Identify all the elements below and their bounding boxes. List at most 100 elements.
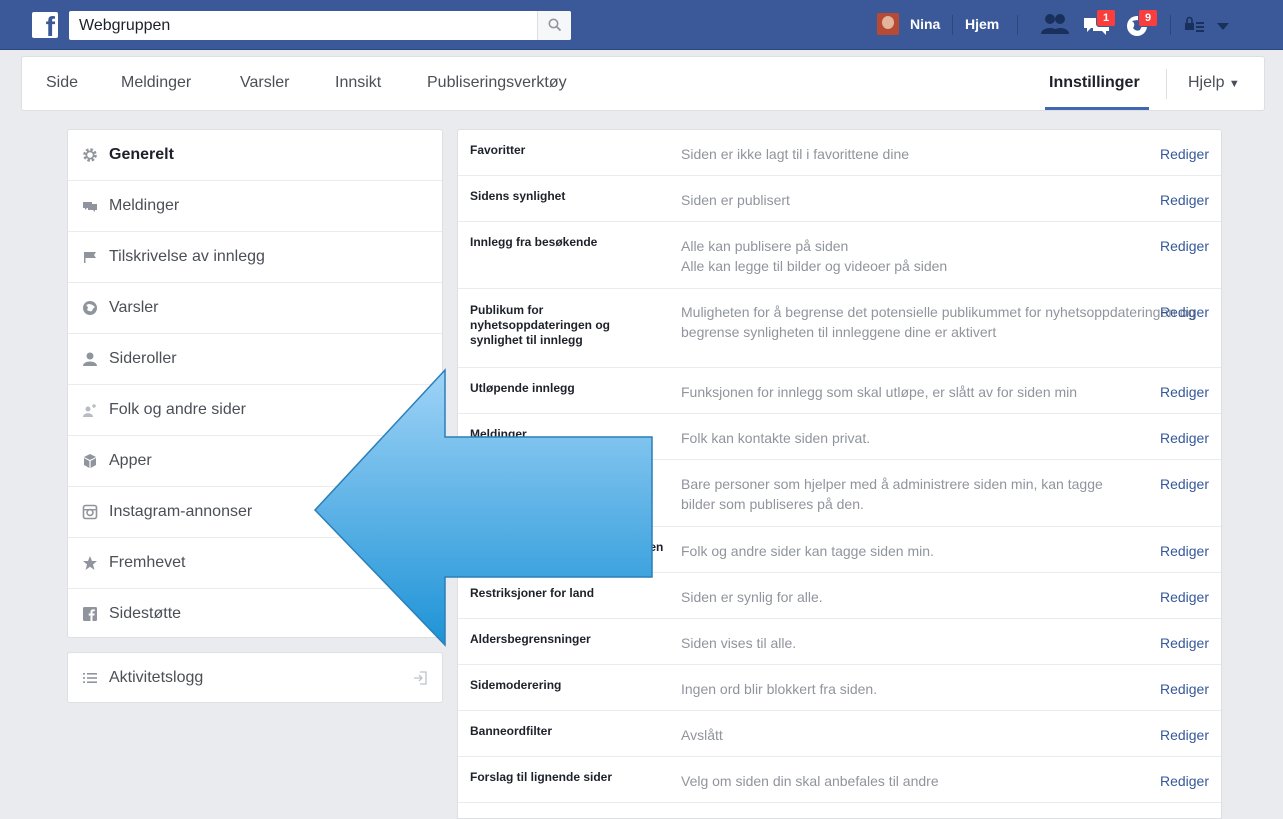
settings-row-forslag-til-lignende-sider[interactable]: Forslag til lignende sider Velg om siden… [458, 757, 1221, 803]
setting-name: Sidemoderering [470, 678, 562, 692]
messages-button[interactable]: 1 [1082, 9, 1116, 38]
setting-name: Meldinger [470, 427, 527, 441]
search-box [69, 11, 571, 40]
search-icon [548, 18, 562, 32]
notifications-button[interactable]: 9 [1124, 9, 1158, 38]
facebook-icon [82, 606, 98, 622]
sidebar-item-label: Fremhevet [109, 554, 186, 571]
flag-icon [82, 249, 98, 265]
edit-link[interactable]: Rediger [1160, 725, 1209, 745]
tab-innsikt[interactable]: Innsikt [335, 74, 381, 92]
setting-name: Restriksjoner for land [470, 586, 595, 600]
tab-meldinger[interactable]: Meldinger [121, 74, 191, 92]
setting-name: Publikum for nyhetsoppdateringen og synl… [470, 303, 611, 347]
lock-icon [1185, 16, 1204, 32]
edit-link[interactable]: Rediger [1160, 428, 1209, 448]
sidebar-item-fremhevet[interactable]: Fremhevet [68, 538, 442, 589]
setting-value: Siden er ikke lagt til i favorittene din… [681, 146, 910, 162]
tab-publiseringsverktoy[interactable]: Publiseringsverktøy [427, 74, 567, 92]
tab-innstillinger[interactable]: Innstillinger [1049, 74, 1140, 92]
settings-row-tagging[interactable]: Bare personer som hjelper med å administ… [458, 460, 1221, 527]
search-input[interactable] [69, 11, 537, 40]
sidebar-item-aktivitetslogg[interactable]: Aktivitetslogg [67, 652, 443, 703]
instagram-icon [82, 504, 98, 520]
page-navigation: Side Meldinger Varsler Innsikt Publiseri… [21, 56, 1265, 111]
star-icon [82, 555, 98, 571]
setting-value: Bare personer som hjelper med å administ… [681, 476, 1103, 512]
setting-name: Forslag til lignende sider [470, 770, 613, 784]
gear-icon [82, 147, 98, 163]
settings-row-sidens-synlighet[interactable]: Sidens synlighet Siden er publisert Redi… [458, 176, 1221, 222]
sidebar-item-label: Sideroller [109, 350, 177, 367]
sidebar-item-instagram-annonser[interactable]: Instagram-annonser [68, 487, 442, 538]
settings-row-innlegg-fra-besokende[interactable]: Innlegg fra besøkende Alle kan publisere… [458, 222, 1221, 289]
settings-row-restriksjoner-for-land[interactable]: Restriksjoner for land Siden er synlig f… [458, 573, 1221, 619]
setting-value-line: Alle kan publisere på siden [681, 238, 849, 254]
person-icon [82, 351, 98, 367]
settings-row-aldersbegrensninger[interactable]: Aldersbegrensninger Siden vises til alle… [458, 619, 1221, 665]
edit-link[interactable]: Rediger [1160, 236, 1209, 256]
sidebar-item-label: Generelt [109, 146, 174, 163]
help-menu[interactable]: Hjelp ▼ [1188, 74, 1240, 92]
edit-link[interactable]: Rediger [1160, 382, 1209, 402]
edit-link[interactable]: Rediger [1160, 679, 1209, 699]
sidebar-item-label: Aktivitetslogg [109, 669, 204, 686]
setting-value: Siden vises til alle. [681, 635, 797, 651]
cube-icon [82, 453, 98, 469]
notifications-badge: 9 [1138, 9, 1158, 27]
settings-list: Favoritter Siden er ikke lagt til i favo… [457, 129, 1222, 819]
edit-link[interactable]: Rediger [1160, 190, 1209, 210]
setting-name: Banneordfilter [470, 724, 553, 738]
edit-link[interactable]: Rediger [1160, 633, 1209, 653]
home-link[interactable]: Hjem [965, 16, 999, 32]
setting-value: Velg om siden din skal anbefales til and… [681, 773, 939, 789]
settings-row-sidemoderering[interactable]: Sidemoderering Ingen ord blir blokkert f… [458, 665, 1221, 711]
messages-badge: 1 [1096, 9, 1116, 27]
list-icon [82, 670, 98, 686]
setting-value: Ingen ord blir blokkert fra siden. [681, 681, 878, 697]
setting-value: Siden er publisert [681, 192, 790, 208]
settings-row-meldinger[interactable]: Meldinger Folk kan kontakte siden privat… [458, 414, 1221, 460]
sidebar-item-varsler[interactable]: Varsler [68, 283, 442, 334]
sidebar-item-label: Varsler [109, 299, 159, 316]
edit-link[interactable]: Rediger [1160, 302, 1209, 322]
chat-icon [82, 198, 98, 214]
settings-row-publikum[interactable]: Publikum for nyhetsoppdateringen og synl… [458, 289, 1221, 368]
facebook-logo-icon[interactable]: f [32, 12, 58, 41]
setting-value: Avslått [681, 727, 723, 743]
sidebar-item-folk-og-andre-sider[interactable]: Folk og andre sider [68, 385, 442, 436]
sidebar-item-tilskrivelse[interactable]: Tilskrivelse av innlegg [68, 232, 442, 283]
sidebar-item-sideroller[interactable]: Sideroller [68, 334, 442, 385]
sidebar-item-sidestotte[interactable]: Sidestøtte [68, 589, 442, 640]
settings-row-tagge-siden[interactable]: len Folk og andre sider kan tagge siden … [458, 527, 1221, 573]
avatar[interactable] [877, 13, 899, 35]
sidebar-item-generelt[interactable]: Generelt [68, 130, 442, 181]
profile-link[interactable]: Nina [910, 16, 940, 32]
caret-down-icon [1217, 23, 1229, 30]
setting-value: Muligheten for å begrense det potensiell… [681, 304, 1196, 340]
globe-icon [82, 300, 98, 316]
edit-link[interactable]: Rediger [1160, 771, 1209, 791]
settings-row-banneordfilter[interactable]: Banneordfilter Avslått Rediger [458, 711, 1221, 757]
sidebar-item-label: Instagram-annonser [109, 503, 253, 520]
edit-link[interactable]: Rediger [1160, 144, 1209, 164]
search-button[interactable] [537, 11, 571, 40]
settings-row-utlopende-innlegg[interactable]: Utløpende innlegg Funksjonen for innlegg… [458, 368, 1221, 414]
caret-down-icon: ▼ [1228, 78, 1240, 90]
tab-varsler[interactable]: Varsler [240, 74, 290, 92]
edit-link[interactable]: Rediger [1160, 541, 1209, 561]
account-menu-button[interactable] [1215, 12, 1231, 38]
setting-value: Folk og andre sider kan tagge siden min. [681, 543, 934, 559]
tab-side[interactable]: Side [46, 74, 78, 92]
settings-row-favoritter[interactable]: Favoritter Siden er ikke lagt til i favo… [458, 130, 1221, 176]
sidebar-item-label: Meldinger [109, 197, 180, 214]
edit-link[interactable]: Rediger [1160, 587, 1209, 607]
sidebar-item-meldinger[interactable]: Meldinger [68, 181, 442, 232]
sidebar-item-apper[interactable]: Apper [68, 436, 442, 487]
friend-requests-button[interactable] [1040, 12, 1070, 38]
setting-value: Siden er synlig for alle. [681, 589, 823, 605]
edit-link[interactable]: Rediger [1160, 474, 1209, 494]
open-external-icon [412, 670, 428, 691]
sidebar-item-label: Sidestøtte [109, 605, 182, 622]
privacy-shortcuts-button[interactable] [1183, 12, 1205, 38]
